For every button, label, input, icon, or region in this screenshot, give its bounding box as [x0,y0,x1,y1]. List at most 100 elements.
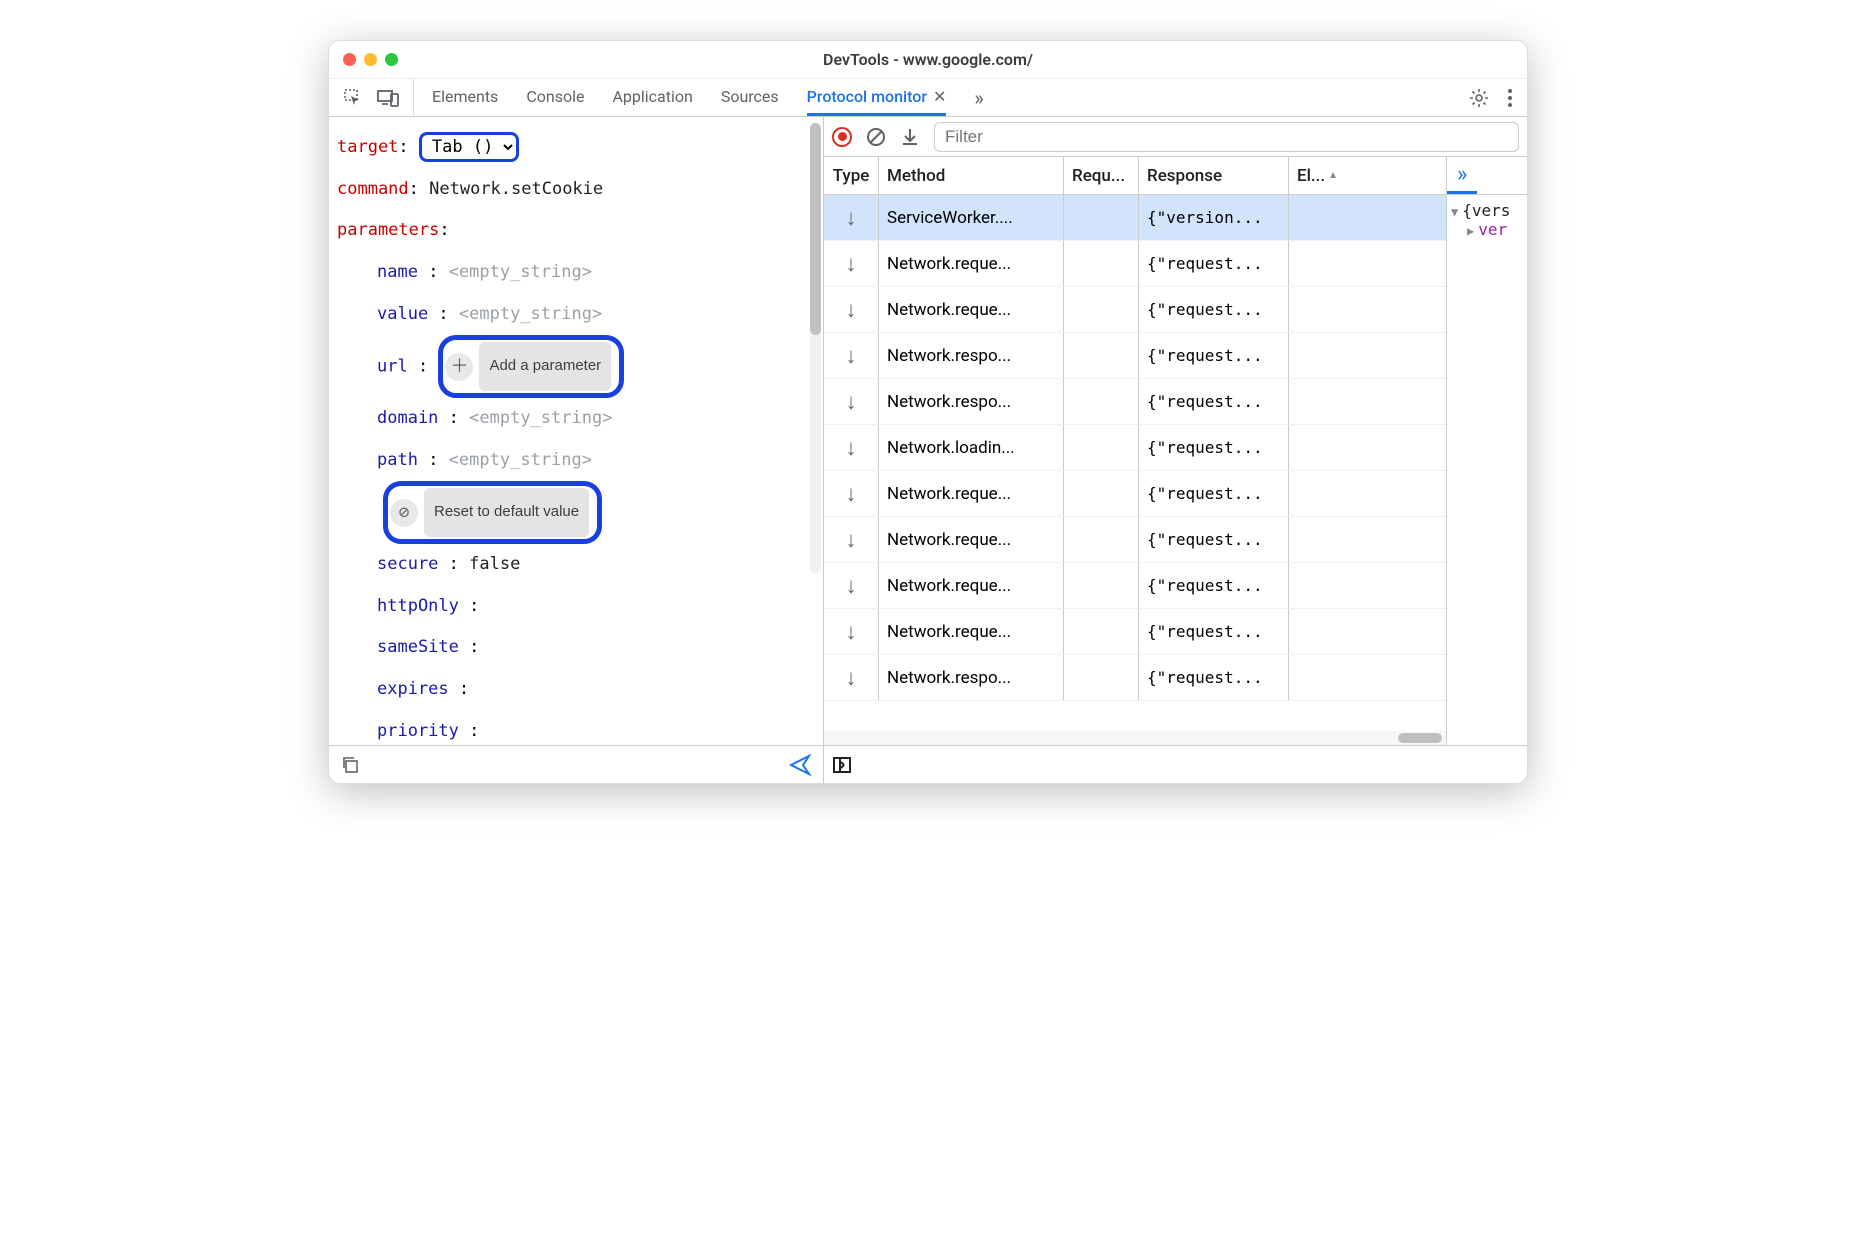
table-row[interactable]: ↓ Network.loadin... {"request... [824,425,1446,471]
add-parameter-button[interactable]: Add a parameter [479,342,611,391]
table-row[interactable]: ↓ServiceWorker....{"version... [824,195,1446,241]
response-cell: {"request... [1139,563,1289,608]
tree-row[interactable]: ▶ver [1451,220,1523,239]
more-tabs-icon[interactable]: » [974,86,983,110]
close-tab-icon[interactable]: ✕ [933,87,946,106]
scrollbar[interactable] [810,123,821,573]
elapsed-cell [1289,655,1339,700]
editor-footer [329,745,823,783]
arrow-down-icon: ↓ [846,619,857,645]
arrow-down-icon: ↓ [846,343,857,369]
table-row[interactable]: ↓Network.reque...{"request... [824,287,1446,333]
clear-icon[interactable] [866,127,886,147]
method-cell: Network.loadin... [879,425,1064,470]
response-cell: {"version... [1139,195,1289,240]
titlebar: DevTools - www.google.com/ [329,41,1527,79]
col-response[interactable]: Response [1139,157,1289,194]
method-cell: Network.respo... [879,333,1064,378]
response-cell: {"request... [1139,287,1289,332]
elapsed-cell [1289,241,1339,286]
request-cell [1064,563,1139,608]
table-row[interactable]: ↓ Network.reque... {"request... [824,241,1446,287]
response-cell: {"request... [1139,241,1289,286]
inspect-icon[interactable] [343,88,363,108]
col-method[interactable]: Method [879,157,1064,194]
request-cell [1064,379,1139,424]
request-cell [1064,517,1139,562]
method-cell: Network.reque... [879,609,1064,654]
horizontal-scrollbar[interactable] [824,731,1446,745]
detail-pane: » ▼{vers ▶ver [1447,157,1527,745]
send-icon[interactable] [789,754,811,776]
device-toggle-icon[interactable] [377,89,399,107]
tab-sources[interactable]: Sources [721,79,779,116]
method-cell: Network.respo... [879,379,1064,424]
arrow-down-icon: ↓ [846,251,857,277]
plus-icon[interactable]: ＋ [445,353,473,381]
toggle-drawer-icon[interactable] [832,755,852,775]
target-select[interactable]: Tab () [419,132,519,162]
arrow-down-icon: ↓ [846,573,857,599]
method-cell: Network.reque... [879,471,1064,516]
table-row[interactable]: ↓Network.respo...{"request... [824,379,1446,425]
arrow-down-icon: ↓ [846,205,857,231]
log-toolbar [824,117,1527,157]
target-label: target [337,137,398,157]
copy-icon[interactable] [341,756,359,774]
table-row[interactable]: ↓ Network.reque... {"request... [824,609,1446,655]
request-cell [1064,609,1139,654]
protocol-log-panel: Type Method Requ... Response El...▲ ↓Ser… [824,117,1527,783]
command-label: command [337,179,409,199]
request-cell [1064,287,1139,332]
response-cell: {"request... [1139,471,1289,516]
tree-row[interactable]: ▼{vers [1451,201,1523,220]
main-split: target: Tab () command: Network.setCooki… [329,117,1527,783]
detail-more-icon[interactable]: » [1447,157,1477,194]
method-cell: Network.reque... [879,517,1064,562]
response-cell: {"request... [1139,425,1289,470]
response-cell: {"request... [1139,517,1289,562]
elapsed-cell [1289,517,1339,562]
table-row[interactable]: ↓Network.respo...{"request... [824,333,1446,379]
request-cell [1064,471,1139,516]
elapsed-cell [1289,379,1339,424]
col-type[interactable]: Type [824,157,879,194]
parameters-label: parameters [337,220,439,240]
method-cell: Network.respo... [879,655,1064,700]
table-row[interactable]: ↓Network.respo...{"request... [824,655,1446,701]
request-cell [1064,241,1139,286]
method-cell: Network.reque... [879,563,1064,608]
elapsed-cell [1289,563,1339,608]
col-request[interactable]: Requ... [1064,157,1139,194]
tab-protocol-monitor[interactable]: Protocol monitor ✕ [807,79,947,116]
arrow-down-icon: ↓ [846,527,857,553]
response-cell: {"request... [1139,609,1289,654]
request-cell [1064,425,1139,470]
reset-callout: ⊘ Reset to default value [383,481,602,544]
tab-application[interactable]: Application [612,79,692,116]
col-elapsed[interactable]: El...▲ [1289,157,1339,194]
devtools-window: DevTools - www.google.com/ Elements Cons… [328,40,1528,784]
add-parameter-callout: ＋ Add a parameter [438,335,624,398]
arrow-down-icon: ↓ [846,665,857,691]
record-icon[interactable] [832,127,852,147]
arrow-down-icon: ↓ [846,481,857,507]
tab-elements[interactable]: Elements [432,79,498,116]
kebab-menu-icon[interactable] [1507,88,1513,108]
request-cell [1064,195,1139,240]
table-row[interactable]: ↓ Network.reque... {"request... [824,471,1446,517]
gear-icon[interactable] [1469,88,1489,108]
tab-console[interactable]: Console [526,79,584,116]
window-title: DevTools - www.google.com/ [329,50,1527,69]
command-value[interactable]: Network.setCookie [429,179,603,199]
download-icon[interactable] [900,127,920,147]
table-row[interactable]: ↓ Network.reque... {"request... [824,517,1446,563]
reset-default-button[interactable]: Reset to default value [424,488,589,537]
reset-icon[interactable]: ⊘ [390,499,418,527]
arrow-down-icon: ↓ [846,435,857,461]
filter-input[interactable] [934,122,1519,152]
table-row[interactable]: ↓ Network.reque... {"request... [824,563,1446,609]
elapsed-cell [1289,287,1339,332]
method-cell: Network.reque... [879,241,1064,286]
elapsed-cell [1289,425,1339,470]
